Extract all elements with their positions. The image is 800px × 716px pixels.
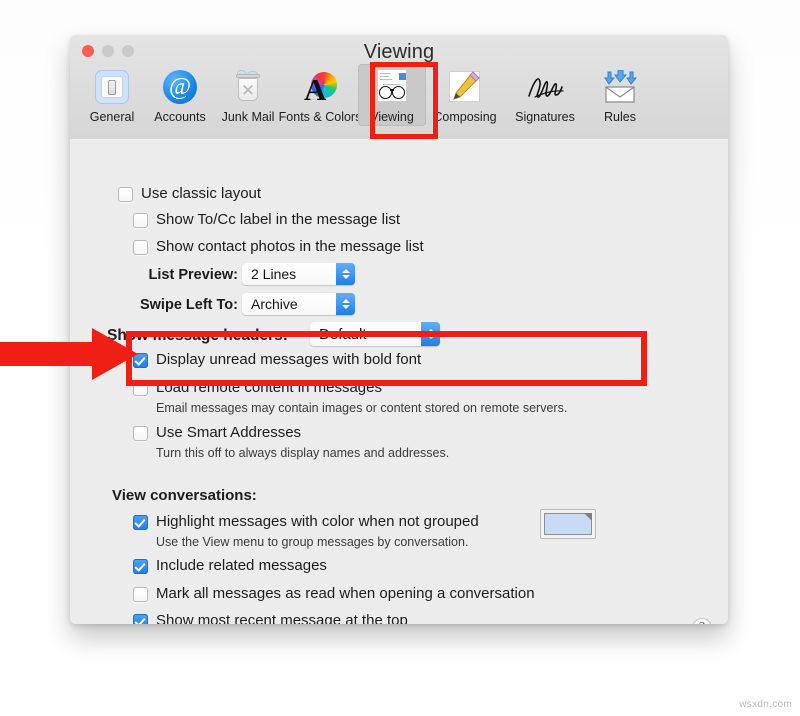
checkbox-show-most-recent[interactable] (133, 614, 148, 624)
checkbox-show-contact-photos[interactable] (133, 240, 148, 255)
trash-can-icon: ✕ (228, 67, 268, 107)
checkbox-row-display-unread-bold[interactable]: Display unread messages with bold font (133, 351, 421, 369)
sublabel-use-smart-addresses: Turn this off to always display names an… (156, 446, 450, 460)
sublabel-highlight-messages: Use the View menu to group messages by c… (156, 535, 469, 549)
toolbar-item-fonts-colors[interactable]: A Fonts & Colors (279, 64, 361, 126)
toolbar-item-signatures[interactable]: Signatures (504, 64, 586, 126)
envelope-arrows-icon (600, 67, 640, 107)
popup-show-message-headers[interactable]: Default (310, 322, 440, 346)
window-titlebar: Viewing General @ Accounts ✕ Junk Mail A… (70, 35, 728, 140)
label-highlight-messages: Highlight messages with color when not g… (156, 513, 479, 530)
label-list-preview: List Preview: (148, 267, 238, 283)
toolbar-item-rules[interactable]: Rules (586, 64, 654, 126)
label-show-to-cc: Show To/Cc label in the message list (156, 211, 401, 228)
preferences-toolbar: General @ Accounts ✕ Junk Mail A Fonts &… (70, 64, 728, 126)
label-show-most-recent: Show most recent message at the top (156, 612, 408, 624)
label-mark-all-read: Mark all messages as read when opening a… (156, 585, 535, 602)
label-show-contact-photos: Show contact photos in the message list (156, 238, 424, 255)
checkbox-include-related[interactable] (133, 559, 148, 574)
toolbar-label-junk-mail: Junk Mail (221, 110, 275, 124)
popup-value-swipe-left-to: Archive (242, 293, 336, 315)
label-display-unread-bold: Display unread messages with bold font (156, 351, 422, 368)
color-wheel-icon: A (300, 67, 340, 107)
popup-list-preview[interactable]: 2 Lines (242, 263, 355, 285)
toolbar-item-composing[interactable]: Composing (426, 64, 504, 126)
toolbar-item-general[interactable]: General (78, 64, 146, 126)
mail-preferences-window: Viewing General @ Accounts ✕ Junk Mail A… (70, 35, 728, 624)
annotation-arrow (0, 328, 138, 380)
popup-swipe-left-to[interactable]: Archive (242, 293, 355, 315)
toolbar-label-signatures: Signatures (515, 110, 575, 124)
toolbar-item-accounts[interactable]: @ Accounts (146, 64, 214, 126)
checkbox-show-to-cc[interactable] (133, 213, 148, 228)
toolbar-label-rules: Rules (604, 110, 636, 124)
label-use-smart-addresses: Use Smart Addresses (156, 424, 302, 441)
label-include-related: Include related messages (156, 557, 327, 574)
glasses-icon (372, 67, 412, 107)
checkbox-use-classic-layout[interactable] (118, 187, 133, 202)
label-use-classic-layout: Use classic layout (141, 185, 262, 202)
checkbox-row-show-most-recent[interactable]: Show most recent message at the top (133, 612, 408, 624)
checkbox-row-include-related[interactable]: Include related messages (133, 557, 327, 575)
checkbox-mark-all-read[interactable] (133, 587, 148, 602)
popup-value-show-message-headers: Default (310, 322, 421, 346)
conversation-color-well[interactable] (540, 509, 596, 539)
sublabel-load-remote-content: Email messages may contain images or con… (156, 401, 568, 415)
watermark: wsxdn.com (739, 699, 792, 710)
label-swipe-left-to: Swipe Left To: (139, 297, 238, 313)
checkbox-row-mark-all-read[interactable]: Mark all messages as read when opening a… (133, 585, 535, 603)
section-heading-view-conversations: View conversations: (112, 487, 257, 504)
checkbox-row-show-contact-photos[interactable]: Show contact photos in the message list (133, 238, 424, 256)
help-button[interactable]: ? (692, 618, 712, 624)
popup-value-list-preview: 2 Lines (242, 263, 336, 285)
color-swatch (544, 513, 592, 535)
checkbox-load-remote-content[interactable] (133, 381, 148, 396)
label-load-remote-content: Load remote content in messages (156, 379, 382, 396)
pencil-icon (445, 67, 485, 107)
checkbox-row-highlight-messages[interactable]: Highlight messages with color when not g… (133, 513, 479, 531)
toolbar-label-fonts-colors: Fonts & Colors (278, 110, 362, 124)
checkbox-row-use-smart-addresses[interactable]: Use Smart Addresses (133, 424, 301, 442)
chevron-updown-icon-show-message-headers (421, 322, 440, 346)
checkbox-row-show-to-cc[interactable]: Show To/Cc label in the message list (133, 211, 400, 229)
toolbar-item-viewing[interactable]: Viewing (358, 64, 426, 126)
toolbar-label-composing: Composing (433, 110, 497, 124)
checkbox-highlight-messages[interactable] (133, 515, 148, 530)
toolbar-item-junk-mail[interactable]: ✕ Junk Mail (214, 64, 282, 126)
chevron-updown-icon-list-preview (336, 263, 355, 285)
window-title: Viewing (363, 41, 435, 63)
checkbox-row-use-classic-layout[interactable]: Use classic layout (118, 185, 261, 203)
checkbox-row-load-remote-content[interactable]: Load remote content in messages (133, 379, 382, 397)
general-icon (92, 67, 132, 107)
chevron-updown-icon-swipe-left-to (336, 293, 355, 315)
viewing-preferences-pane: Use classic layout Show To/Cc label in t… (70, 139, 728, 624)
toolbar-label-viewing: Viewing (370, 110, 414, 124)
toolbar-label-general: General (89, 110, 135, 124)
toolbar-label-accounts: Accounts (154, 110, 206, 124)
at-sign-icon: @ (160, 67, 200, 107)
signature-icon (525, 67, 565, 107)
checkbox-use-smart-addresses[interactable] (133, 426, 148, 441)
